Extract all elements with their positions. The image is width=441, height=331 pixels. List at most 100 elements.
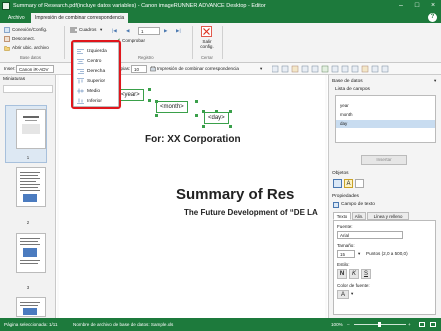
toolbar-icon-strip [271, 65, 389, 73]
copies-input[interactable]: 10 [131, 65, 147, 73]
resize-handle[interactable] [155, 100, 158, 103]
record-number-input[interactable]: 1 [138, 27, 160, 35]
month-field[interactable]: <month> [156, 101, 188, 113]
zoom-in-icon[interactable]: + [408, 318, 411, 331]
ribbon-separator [222, 26, 223, 59]
page-preview-icon [22, 116, 40, 134]
page-preview-icon [20, 302, 40, 315]
resize-handle[interactable] [215, 110, 218, 113]
close-icon[interactable]: × [425, 0, 441, 12]
chevron-down-icon[interactable]: ▾ [260, 66, 262, 72]
open-location-label: Abrir ubic. archivo [12, 45, 49, 50]
ribbon: Conexión/Config. Desconect. Abrir ubic. … [0, 23, 441, 72]
help-icon[interactable]: ? [428, 13, 437, 22]
resize-handle[interactable] [202, 110, 205, 113]
close-group-label: Cerrar [201, 55, 213, 60]
chevron-down-icon[interactable]: ▾ [358, 251, 360, 257]
ribbon-separator [192, 26, 193, 59]
for-corporation-text: For: XX Corporation [145, 134, 241, 145]
ribbon-separator [64, 26, 65, 59]
thumbnail-page-2[interactable] [16, 167, 46, 207]
underline-button[interactable]: S [361, 269, 371, 279]
year-field[interactable]: <year> [117, 89, 144, 101]
secondary-toolbar: Inser: Canon iR-ADV opias: 10 Impresión … [0, 63, 441, 75]
field-listbox[interactable]: year month day [335, 95, 436, 143]
zoom-slider-thumb[interactable] [378, 322, 381, 327]
disconnect-label: Desconect. [12, 36, 35, 41]
resize-handle[interactable] [155, 114, 158, 117]
check-label: Comprobar [122, 38, 145, 43]
thumbnail-number: 2 [26, 220, 30, 225]
printer-select[interactable]: Canon iR-ADV [16, 65, 54, 73]
bold-button[interactable]: N [337, 269, 347, 279]
italic-button[interactable]: K [349, 269, 359, 279]
text-field-icon [333, 202, 339, 208]
size-input[interactable]: 15 [337, 250, 355, 258]
size-label: Tamaño: [337, 243, 355, 248]
summary-title: Summary of Res [176, 186, 295, 203]
object-select-icon[interactable] [333, 179, 342, 188]
tab-texto[interactable]: Texto [333, 212, 351, 220]
size-hint: Puntos (2,0 a 500,0) [366, 251, 408, 256]
properties-panel: Base de datos ▾ Lista de campos year mon… [328, 75, 441, 318]
minimize-icon[interactable]: – [393, 0, 409, 12]
tab-linea-relleno[interactable]: Línea y relleno [367, 212, 409, 220]
disconnect-icon [4, 36, 10, 42]
image-object-icon[interactable] [355, 179, 364, 188]
first-record-icon[interactable]: |◀ [112, 28, 117, 34]
toolbar-icons [271, 65, 412, 75]
fit-page-icon[interactable] [419, 322, 425, 327]
resize-handle[interactable] [195, 114, 198, 117]
field-item-year[interactable]: year [336, 102, 435, 110]
font-color-button[interactable]: A [337, 290, 349, 299]
document-canvas[interactable]: <year> <month> <day> For: XX Corporation… [57, 75, 327, 318]
thumbnail-number: 1 [26, 155, 30, 160]
resize-handle[interactable] [229, 125, 232, 128]
tab-mail-merge[interactable]: Impresión de combinar correspondencia [31, 13, 129, 23]
insert-button[interactable]: Insertar [361, 155, 407, 165]
app-icon [2, 2, 10, 10]
resize-handle[interactable] [229, 110, 232, 113]
exit-icon [201, 26, 212, 37]
day-field[interactable]: <day> [204, 112, 229, 124]
thumbnail-number: 3 [26, 285, 30, 290]
zoom-out-icon[interactable]: – [347, 318, 350, 331]
previous-record-icon[interactable]: ◀ [126, 28, 130, 34]
thumbnail-page-4[interactable] [16, 297, 46, 317]
exit-settings-button[interactable]: Salir config. [197, 25, 217, 53]
font-select[interactable]: Arial [337, 231, 403, 239]
text-field-label: Campo de texto [341, 202, 375, 207]
text-object-icon[interactable]: A [344, 179, 353, 188]
style-label: Estilo: [337, 262, 350, 267]
tab-archivo[interactable]: Archivo [4, 13, 29, 23]
properties-section-title: Propiedades [332, 194, 359, 199]
menu-bar: Archivo Impresión de combinar correspond… [0, 12, 441, 23]
fit-width-icon[interactable] [430, 322, 436, 327]
objects-section-title: Objetos [332, 171, 349, 176]
page-preview-icon [20, 238, 40, 264]
align-label: Cuadros [79, 27, 97, 32]
status-bar: Página seleccionada: 1/11 Nombre de arch… [0, 318, 441, 331]
connect-label: Conexión/Config. [12, 27, 48, 32]
last-record-icon[interactable]: ▶| [176, 28, 181, 34]
chevron-down-icon[interactable]: ▾ [351, 291, 353, 297]
font-color-label: Color de fuente: [337, 283, 370, 288]
field-item-month[interactable]: month [336, 111, 435, 119]
database-connect-icon [4, 27, 10, 33]
tab-alineacion[interactable]: Alin. [352, 212, 366, 220]
maximize-icon[interactable]: □ [409, 0, 425, 12]
highlight-callout [71, 40, 121, 109]
next-record-icon[interactable]: ▶ [164, 28, 168, 34]
folder-icon [4, 46, 10, 51]
thumbnail-toolbar [3, 85, 53, 93]
resize-handle[interactable] [202, 125, 205, 128]
collapse-icon[interactable]: ▾ [434, 78, 436, 84]
resize-handle[interactable] [148, 88, 151, 91]
exit-label: Salir config. [200, 39, 214, 49]
field-item-day[interactable]: day [336, 120, 435, 128]
resize-handle[interactable] [148, 99, 151, 102]
resize-handle[interactable] [195, 100, 198, 103]
thumbnail-page-3[interactable] [16, 233, 46, 273]
database-section-title: Base de datos [332, 79, 363, 84]
align-icon [70, 27, 77, 33]
